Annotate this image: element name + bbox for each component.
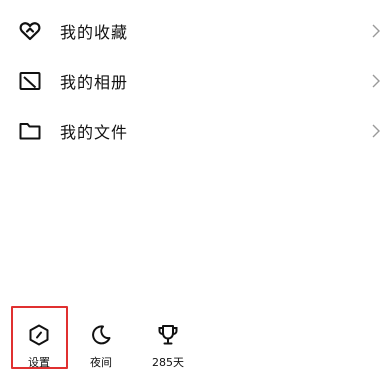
chevron-right-icon	[372, 24, 380, 38]
settings-hexagon-icon	[26, 322, 52, 348]
days-button[interactable]: 285天	[142, 318, 194, 372]
folder-icon	[17, 118, 43, 144]
menu-item-label: 我的文件	[60, 123, 129, 142]
settings-label: 设置	[28, 356, 50, 369]
chevron-right-icon	[372, 74, 380, 88]
chevron-right-icon	[372, 124, 380, 138]
night-mode-button[interactable]: 夜间	[75, 318, 127, 372]
menu-item-files[interactable]: 我的文件	[0, 109, 390, 153]
menu-item-label: 我的相册	[60, 73, 129, 92]
menu-item-favorites[interactable]: 我的收藏	[0, 9, 390, 53]
menu-item-label: 我的收藏	[60, 23, 129, 42]
night-mode-label: 夜间	[90, 356, 112, 369]
album-icon	[17, 68, 43, 94]
days-label: 285天	[152, 356, 184, 369]
moon-icon	[88, 322, 114, 348]
menu-item-album[interactable]: 我的相册	[0, 59, 390, 103]
heart-icon	[17, 18, 43, 44]
settings-button[interactable]: 设置	[13, 318, 65, 372]
trophy-icon	[155, 322, 181, 348]
